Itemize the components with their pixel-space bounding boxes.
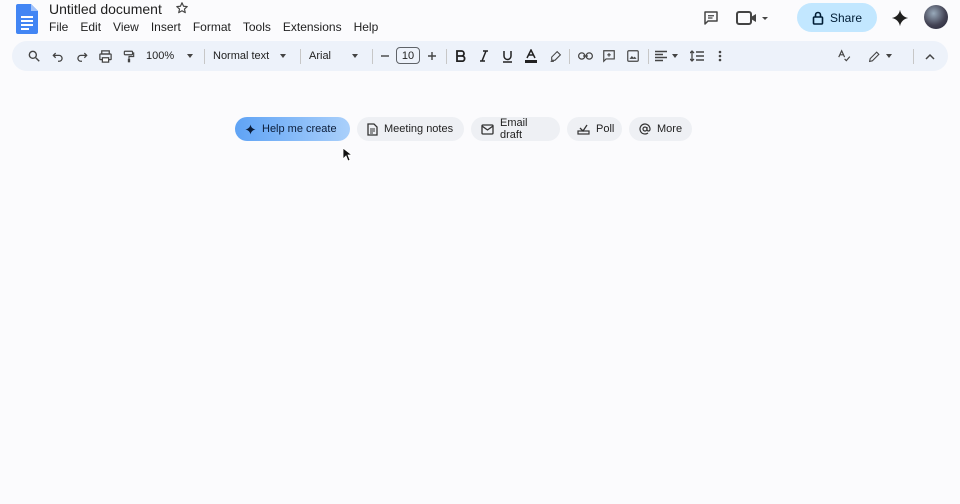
toolbar-divider bbox=[446, 49, 447, 64]
line-spacing-icon[interactable] bbox=[689, 41, 705, 71]
paint-format-icon[interactable] bbox=[121, 41, 137, 71]
share-label: Share bbox=[829, 10, 863, 25]
docs-logo-icon[interactable] bbox=[16, 4, 38, 34]
sparkle-icon bbox=[245, 123, 256, 135]
document-title[interactable]: Untitled document bbox=[49, 0, 162, 18]
at-sign-icon bbox=[639, 123, 651, 135]
share-button[interactable]: Share bbox=[797, 3, 877, 32]
comments-icon[interactable] bbox=[701, 8, 721, 28]
font-family-value: Arial bbox=[309, 50, 332, 62]
highlight-color-icon[interactable] bbox=[548, 41, 562, 71]
undo-icon[interactable] bbox=[50, 41, 66, 71]
paragraph-style-select[interactable]: Normal text bbox=[213, 41, 293, 71]
chip-label: Email draft bbox=[500, 117, 528, 141]
gemini-sparkle-icon[interactable] bbox=[890, 8, 910, 28]
chevron-down-icon bbox=[886, 54, 892, 58]
poll-icon bbox=[577, 123, 590, 135]
chip-label: Meeting notes bbox=[384, 123, 454, 135]
menu-help[interactable]: Help bbox=[348, 20, 385, 36]
chip-label: Help me create bbox=[262, 123, 337, 135]
chip-label: Poll bbox=[596, 123, 615, 135]
editing-mode-select[interactable] bbox=[868, 41, 896, 71]
align-select[interactable] bbox=[655, 41, 681, 71]
more-options-icon[interactable] bbox=[714, 41, 726, 71]
meeting-notes-chip[interactable]: Meeting notes bbox=[357, 117, 464, 141]
insert-image-icon[interactable] bbox=[625, 41, 641, 71]
font-size-input[interactable]: 10 bbox=[396, 47, 420, 64]
chevron-down-icon bbox=[672, 54, 678, 58]
toolbar-divider bbox=[372, 49, 373, 64]
toolbar-divider bbox=[204, 49, 205, 64]
menu-file[interactable]: File bbox=[49, 20, 74, 36]
zoom-value: 100% bbox=[146, 50, 175, 62]
increase-font-size-icon[interactable] bbox=[425, 41, 439, 71]
email-draft-chip[interactable]: Email draft bbox=[471, 117, 560, 141]
toolbar-divider bbox=[300, 49, 301, 64]
toolbar-divider bbox=[913, 49, 914, 64]
meet-video-icon[interactable] bbox=[736, 8, 770, 28]
font-family-select[interactable]: Arial bbox=[309, 41, 363, 71]
text-color-icon[interactable] bbox=[524, 41, 538, 71]
zoom-select[interactable]: 100% bbox=[146, 41, 196, 71]
menu-insert[interactable]: Insert bbox=[145, 20, 187, 36]
chevron-down-icon bbox=[187, 54, 194, 58]
menu-tools[interactable]: Tools bbox=[237, 20, 277, 36]
account-avatar[interactable] bbox=[924, 5, 948, 29]
document-icon bbox=[367, 122, 378, 136]
decrease-font-size-icon[interactable] bbox=[378, 41, 392, 71]
search-menus-icon[interactable] bbox=[26, 41, 42, 71]
menu-edit[interactable]: Edit bbox=[74, 20, 107, 36]
print-icon[interactable] bbox=[97, 41, 113, 71]
bold-icon[interactable] bbox=[453, 41, 467, 71]
poll-chip[interactable]: Poll bbox=[567, 117, 622, 141]
mouse-cursor-icon bbox=[342, 147, 352, 162]
underline-icon[interactable] bbox=[500, 41, 514, 71]
toolbar-divider bbox=[648, 49, 649, 64]
italic-icon[interactable] bbox=[477, 41, 491, 71]
toolbar-divider bbox=[569, 49, 570, 64]
add-comment-icon[interactable] bbox=[601, 41, 617, 71]
menu-bar: File Edit View Insert Format Tools Exten… bbox=[49, 20, 384, 36]
help-me-create-chip[interactable]: Help me create bbox=[235, 117, 350, 141]
chevron-down-icon bbox=[280, 54, 287, 58]
insert-link-icon[interactable] bbox=[577, 41, 593, 71]
menu-extensions[interactable]: Extensions bbox=[277, 20, 348, 36]
menu-format[interactable]: Format bbox=[187, 20, 237, 36]
redo-icon[interactable] bbox=[74, 41, 90, 71]
chip-label: More bbox=[657, 123, 683, 135]
chevron-down-icon bbox=[352, 54, 359, 58]
align-left-icon bbox=[655, 50, 667, 62]
star-icon[interactable] bbox=[175, 1, 189, 15]
collapse-menus-icon[interactable] bbox=[923, 41, 937, 71]
pencil-icon bbox=[868, 50, 881, 63]
menu-view[interactable]: View bbox=[107, 20, 145, 36]
paragraph-style-value: Normal text bbox=[213, 50, 270, 62]
lock-icon bbox=[812, 11, 824, 25]
spellcheck-icon[interactable] bbox=[836, 41, 852, 71]
more-chip[interactable]: More bbox=[629, 117, 692, 141]
mail-icon bbox=[481, 123, 494, 135]
formatting-toolbar: 100% Normal text Arial 10 bbox=[12, 41, 948, 71]
